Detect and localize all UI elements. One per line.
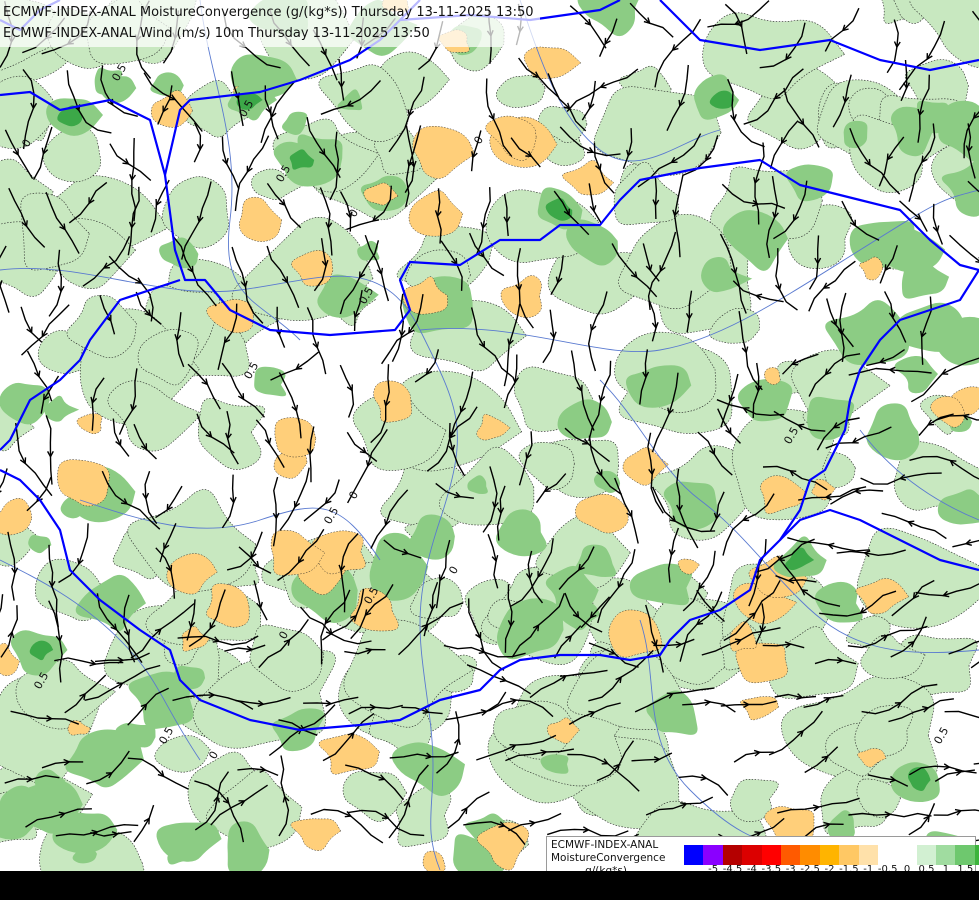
divergence-area	[77, 414, 102, 434]
convergence-area	[910, 0, 979, 68]
contour-label: 0	[446, 564, 461, 577]
legend-title-parameter: MoistureConvergence	[551, 852, 681, 865]
convergence-area	[156, 822, 221, 861]
color-legend: ECMWF-INDEX-ANAL MoistureConvergence g/(…	[546, 836, 976, 876]
divergence-area	[740, 697, 778, 720]
divergence-area	[562, 160, 613, 195]
legend-swatch	[839, 845, 858, 865]
convergence-area	[844, 121, 868, 148]
legend-swatch	[820, 845, 839, 865]
convergence-area	[496, 75, 545, 107]
wind-streamline	[630, 3, 673, 37]
wind-arrowhead	[0, 488, 1, 494]
wind-streamline	[934, 204, 943, 245]
divergence-area	[501, 276, 542, 318]
wind-streamline	[21, 307, 42, 342]
convergence-area	[895, 356, 938, 393]
wind-streamline	[46, 415, 52, 484]
contour-label: 0.5	[931, 725, 951, 747]
map-title: ECMWF-INDEX-ANAL MoistureConvergence (g/…	[0, 0, 540, 47]
legend-swatch	[975, 845, 979, 865]
legend-swatch	[859, 845, 878, 865]
weather-map: 0.500.50.5000.50.500.500.500.50.500.50.5…	[0, 0, 979, 900]
convergence-area	[28, 535, 51, 553]
convergence-area	[254, 367, 286, 397]
legend-swatch	[897, 845, 916, 865]
divergence-area	[319, 734, 380, 774]
convergence-area	[867, 403, 920, 460]
wind-streamline	[134, 805, 154, 842]
wind-streamline	[934, 810, 979, 815]
wind-streamline	[582, 81, 595, 120]
wind-streamline	[655, 177, 656, 219]
legend-swatch	[723, 845, 742, 865]
title-line-wind: ECMWF-INDEX-ANAL Wind (m/s) 10m Thursday…	[3, 23, 534, 44]
title-line-moisture: ECMWF-INDEX-ANAL MoistureConvergence (g/…	[3, 2, 534, 23]
contour-label: 0.5	[321, 505, 341, 527]
legend-swatch	[703, 845, 722, 865]
wind-streamline	[467, 665, 530, 694]
convergence-area	[129, 672, 194, 729]
legend-swatch	[800, 845, 819, 865]
convergence-area	[45, 396, 80, 422]
legend-swatch	[878, 845, 897, 865]
map-canvas: 0.500.50.5000.50.500.500.500.50.500.50.5	[0, 0, 979, 900]
legend-title-model: ECMWF-INDEX-ANAL	[551, 839, 681, 852]
legend-swatch	[936, 845, 955, 865]
legend-swatch	[762, 845, 781, 865]
wind-streamline	[909, 803, 935, 835]
legend-swatch	[917, 845, 936, 865]
contour-label: 0	[471, 134, 486, 147]
bottom-bar	[0, 871, 979, 900]
convergence-area	[108, 381, 202, 451]
wind-streamline	[27, 477, 51, 511]
wind-streamline	[340, 365, 353, 417]
convergence-area	[162, 177, 228, 248]
divergence-area	[239, 197, 282, 241]
divergence-area	[291, 819, 341, 851]
legend-swatch	[742, 845, 761, 865]
legend-swatches	[684, 845, 979, 865]
legend-swatch	[955, 845, 974, 865]
legend-swatch	[684, 845, 703, 865]
legend-swatch	[781, 845, 800, 865]
wind-streamline	[945, 711, 979, 740]
wind-streamline	[734, 752, 774, 762]
divergence-area	[57, 460, 109, 506]
divergence-area	[736, 643, 788, 683]
wind-streamline	[974, 762, 979, 770]
